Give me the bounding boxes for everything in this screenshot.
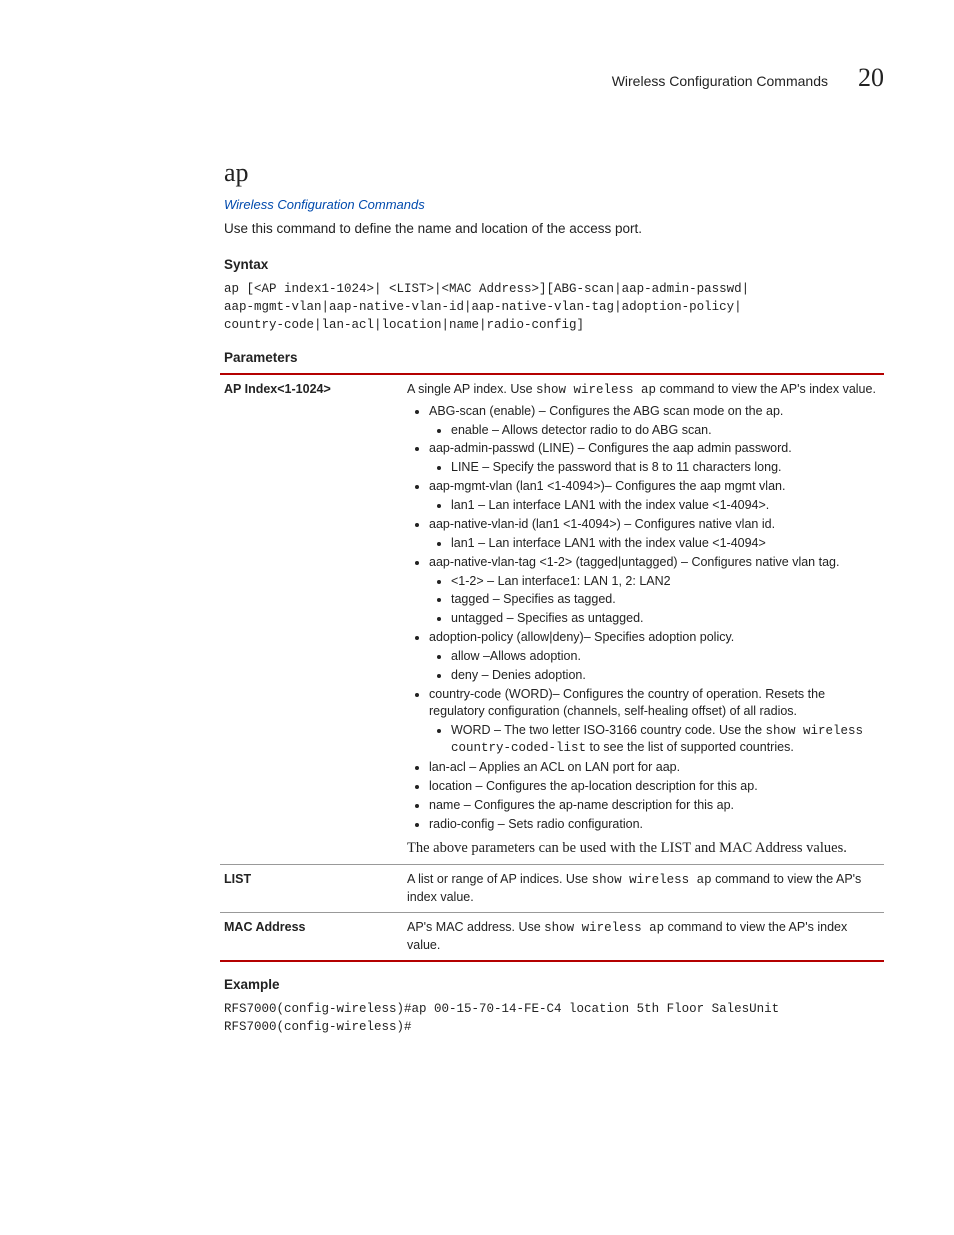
example-heading: Example xyxy=(224,976,884,994)
intro-text: Use this command to define the name and … xyxy=(224,220,884,238)
list-item: aap-native-vlan-id (lan1 <1-4094>) – Con… xyxy=(429,516,880,552)
chapter-number: 20 xyxy=(858,60,884,95)
list-item: deny – Denies adoption. xyxy=(451,667,880,684)
desc-code: show wireless ap xyxy=(592,873,712,887)
list-item: WORD – The two letter ISO-3166 country c… xyxy=(451,722,880,758)
desc-code: show wireless ap xyxy=(536,383,656,397)
list-item: lan1 – Lan interface LAN1 with the index… xyxy=(451,535,880,552)
list-item: country-code (WORD)– Configures the coun… xyxy=(429,686,880,758)
bullet-text: aap-native-vlan-tag <1-2> (tagged|untagg… xyxy=(429,555,839,569)
param-trailer: The above parameters can be used with th… xyxy=(407,839,880,859)
bullet-text: adoption-policy (allow|deny)– Specifies … xyxy=(429,630,734,644)
desc-text: A single AP index. Use xyxy=(407,382,536,396)
list-item: tagged – Specifies as tagged. xyxy=(451,591,880,608)
list-item: aap-admin-passwd (LINE) – Configures the… xyxy=(429,440,880,476)
list-item: lan-acl – Applies an ACL on LAN port for… xyxy=(429,759,880,776)
list-item: aap-mgmt-vlan (lan1 <1-4094>)– Configure… xyxy=(429,478,880,514)
list-item: allow –Allows adoption. xyxy=(451,648,880,665)
list-item: adoption-policy (allow|deny)– Specifies … xyxy=(429,629,880,684)
param-bullets: ABG-scan (enable) – Configures the ABG s… xyxy=(407,403,880,833)
param-name: LIST xyxy=(220,865,403,913)
desc-text: command to view the AP's index value. xyxy=(656,382,876,396)
list-item: location – Configures the ap-location de… xyxy=(429,778,880,795)
desc-text: A list or range of AP indices. Use xyxy=(407,872,592,886)
breadcrumb-link[interactable]: Wireless Configuration Commands xyxy=(220,196,884,214)
example-code: RFS7000(config-wireless)#ap 00-15-70-14-… xyxy=(224,1000,884,1036)
bullet-text: country-code (WORD)– Configures the coun… xyxy=(429,687,825,718)
list-item: ABG-scan (enable) – Configures the ABG s… xyxy=(429,403,880,439)
bullet-text: ABG-scan (enable) – Configures the ABG s… xyxy=(429,404,783,418)
param-desc: AP's MAC address. Use show wireless ap c… xyxy=(403,913,884,961)
table-row: MAC Address AP's MAC address. Use show w… xyxy=(220,913,884,961)
list-item: untagged – Specifies as untagged. xyxy=(451,610,880,627)
param-name: AP Index<1-1024> xyxy=(220,374,403,865)
parameters-table: AP Index<1-1024> A single AP index. Use … xyxy=(220,373,884,962)
bullet-text: aap-mgmt-vlan (lan1 <1-4094>)– Configure… xyxy=(429,479,785,493)
list-item: radio-config – Sets radio configuration. xyxy=(429,816,880,833)
bullet-text: WORD – The two letter ISO-3166 country c… xyxy=(451,723,766,737)
desc-code: show wireless ap xyxy=(544,921,664,935)
list-item: lan1 – Lan interface LAN1 with the index… xyxy=(451,497,880,514)
list-item: LINE – Specify the password that is 8 to… xyxy=(451,459,880,476)
header-title: Wireless Configuration Commands xyxy=(612,72,828,91)
param-desc: A list or range of AP indices. Use show … xyxy=(403,865,884,913)
syntax-code: ap [<AP index1-1024>| <LIST>|<MAC Addres… xyxy=(224,280,884,334)
list-item: enable – Allows detector radio to do ABG… xyxy=(451,422,880,439)
parameters-heading: Parameters xyxy=(224,349,884,367)
table-row: LIST A list or range of AP indices. Use … xyxy=(220,865,884,913)
bullet-text: aap-admin-passwd (LINE) – Configures the… xyxy=(429,441,792,455)
table-row: AP Index<1-1024> A single AP index. Use … xyxy=(220,374,884,865)
list-item: name – Configures the ap-name descriptio… xyxy=(429,797,880,814)
syntax-heading: Syntax xyxy=(224,256,884,274)
param-desc: A single AP index. Use show wireless ap … xyxy=(403,374,884,865)
param-name: MAC Address xyxy=(220,913,403,961)
section-title: ap xyxy=(220,155,884,190)
bullet-text: aap-native-vlan-id (lan1 <1-4094>) – Con… xyxy=(429,517,775,531)
page-header: Wireless Configuration Commands 20 xyxy=(70,60,884,95)
list-item: <1-2> – Lan interface1: LAN 1, 2: LAN2 xyxy=(451,573,880,590)
desc-text: AP's MAC address. Use xyxy=(407,920,544,934)
bullet-text: to see the list of supported countries. xyxy=(586,740,794,754)
list-item: aap-native-vlan-tag <1-2> (tagged|untagg… xyxy=(429,554,880,628)
